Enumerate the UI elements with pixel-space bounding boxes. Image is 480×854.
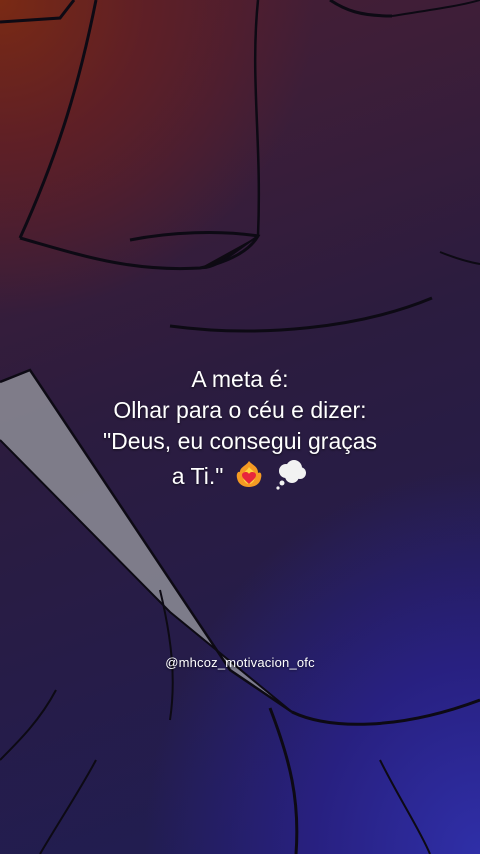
video-frame[interactable]: A meta é: Olhar para o céu e dizer: "Deu… — [0, 0, 480, 854]
quote-line-2: Olhar para o céu e dizer: — [113, 397, 367, 423]
quote-text: A meta é: Olhar para o céu e dizer: "Deu… — [0, 364, 480, 499]
quote-line-3: "Deus, eu consegui graças — [102, 428, 378, 454]
heart-on-fire-icon — [234, 459, 264, 497]
quote-line-1: A meta é: — [191, 366, 289, 392]
thought-balloon-icon — [274, 457, 308, 499]
quote-line-4: a Ti." — [0, 457, 480, 499]
creator-handle-watermark: @mhcoz_motivacion_ofc — [165, 655, 315, 670]
quote-line-4-text: a Ti." — [171, 463, 224, 490]
